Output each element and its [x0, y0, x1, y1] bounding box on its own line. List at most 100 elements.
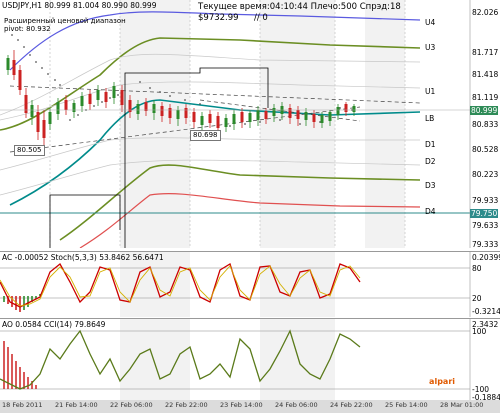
candle: [48, 112, 52, 124]
alpari-logo: alpari: [429, 377, 455, 386]
price-axis-label: 80.223: [472, 170, 499, 179]
price-axis-label: 79.933: [472, 196, 499, 205]
candle: [288, 108, 292, 118]
triangle-lines[interactable]: [9, 85, 421, 153]
candle: [144, 102, 148, 111]
candle: [168, 108, 172, 118]
candle: [152, 104, 156, 113]
candle: [336, 107, 340, 115]
time-label: 24 Feb 06:00: [275, 401, 318, 409]
candle: [160, 106, 164, 116]
candle: [36, 112, 40, 132]
candle: [272, 108, 276, 116]
ao-histogram: [3, 341, 37, 389]
candle: [104, 92, 108, 102]
candle: [240, 112, 244, 122]
ao-cci-panel[interactable]: AO 0.0584 CCI(14) 79.8649 2.3432 100 -10…: [0, 318, 500, 401]
candle: [12, 60, 16, 75]
time-label: 25 Feb 14:00: [385, 401, 428, 409]
candle: [232, 114, 236, 124]
candle: [328, 112, 332, 121]
balance-text: $9732.99: [198, 13, 239, 23]
time-label: 22 Feb 06:00: [110, 401, 153, 409]
range-legend-pivot: pivot: 80.932: [4, 25, 51, 33]
candle: [80, 96, 84, 106]
candle: [264, 111, 268, 119]
stoch-axis-label: 80: [472, 264, 482, 273]
time-label: 18 Feb 2011: [2, 401, 43, 409]
range-legend-title: Расширенный ценовой диапазон: [4, 17, 126, 25]
price-label-left[interactable]: 80.505: [14, 145, 45, 156]
candle: [112, 86, 116, 98]
time-label: 28 Mar 01:00: [440, 401, 484, 409]
level-label-u3: U3: [425, 43, 436, 52]
level-label-d1: D1: [425, 140, 436, 149]
session-shade: [260, 0, 335, 248]
stoch-axis-label: -0.32142: [472, 307, 500, 316]
info-line-3: // 0: [254, 13, 268, 23]
price-label-mid[interactable]: 80.698: [190, 130, 221, 141]
ao-cci-header: AO 0.0584 CCI(14) 79.8649: [2, 320, 106, 329]
candle: [120, 90, 124, 105]
price-axis-label: 79.333: [472, 240, 499, 248]
candle: [72, 103, 76, 112]
time-label: 22 Feb 22:00: [165, 401, 208, 409]
price-axis-label: 81.119: [472, 93, 499, 102]
stochastic-panel[interactable]: AC -0.00052 Stoch(5,3,3) 53.8462 56.6471…: [0, 251, 500, 317]
candle: [184, 108, 188, 118]
time-label: 24 Feb 22:00: [330, 401, 373, 409]
current-price-tag: 80.999: [470, 106, 499, 115]
price-axis-label: 80.833: [472, 120, 499, 129]
candle: [96, 90, 100, 100]
candle: [216, 116, 220, 128]
level-label-u1: U1: [425, 87, 436, 96]
price-axis-label: 80.528: [472, 145, 499, 154]
line-price-tag: 79.750: [470, 209, 499, 218]
candle: [248, 113, 252, 122]
ao-cci-canvas[interactable]: [0, 319, 500, 401]
candle: [320, 115, 324, 123]
candle: [192, 112, 196, 122]
candle: [352, 106, 356, 112]
candle: [6, 58, 10, 70]
price-axis-label: 79.633: [472, 221, 499, 230]
candle: [312, 114, 316, 122]
symbol-header: USDJPY,H1 80.999 81.004 80.990 80.999: [2, 1, 157, 10]
candle: [30, 105, 34, 117]
stoch-axis-label: 0.20399: [472, 253, 500, 262]
candle: [56, 102, 60, 114]
range-legend: Расширенный ценовой диапазон pivot: 80.9…: [4, 17, 126, 33]
session-shade: [365, 0, 405, 248]
price-axis-label: 81.717: [472, 48, 499, 57]
price-axis-label: 81.418: [472, 70, 499, 79]
main-chart-panel[interactable]: USDJPY,H1 80.999 81.004 80.990 80.999 Те…: [0, 0, 500, 248]
candle: [256, 110, 260, 120]
time-label: 21 Feb 14:00: [55, 401, 98, 409]
level-label-d3: D3: [425, 181, 436, 190]
level-label-d4: D4: [425, 207, 436, 216]
ao-axis-label: 100: [472, 327, 487, 336]
time-axis[interactable]: 18 Feb 2011 21 Feb 14:00 22 Feb 06:00 22…: [0, 400, 500, 413]
candle: [200, 116, 204, 125]
candle: [208, 114, 212, 123]
time-label: 23 Feb 14:00: [220, 401, 263, 409]
candle: [24, 95, 28, 113]
candle: [64, 100, 68, 110]
candle: [136, 104, 140, 114]
logo-text: alpari: [429, 377, 455, 386]
band-lb: [9, 99, 421, 206]
level-label-d2: D2: [425, 157, 436, 166]
band-d1: [0, 137, 420, 171]
level-label-u4: U4: [425, 18, 436, 27]
stoch-axis-label: 20: [472, 294, 482, 303]
candle: [88, 94, 92, 104]
level-label-lb: LB: [425, 114, 435, 123]
candle: [296, 110, 300, 119]
info-line-1: Текущее время:04:10:44 Плечо:500 Спрэд:1…: [198, 2, 401, 12]
candle: [42, 120, 46, 138]
band-d2: [0, 159, 421, 196]
candle: [18, 70, 22, 90]
candle: [224, 118, 228, 127]
stoch-header: AC -0.00052 Stoch(5,3,3) 53.8462 56.6471: [2, 253, 164, 262]
candle: [176, 110, 180, 119]
